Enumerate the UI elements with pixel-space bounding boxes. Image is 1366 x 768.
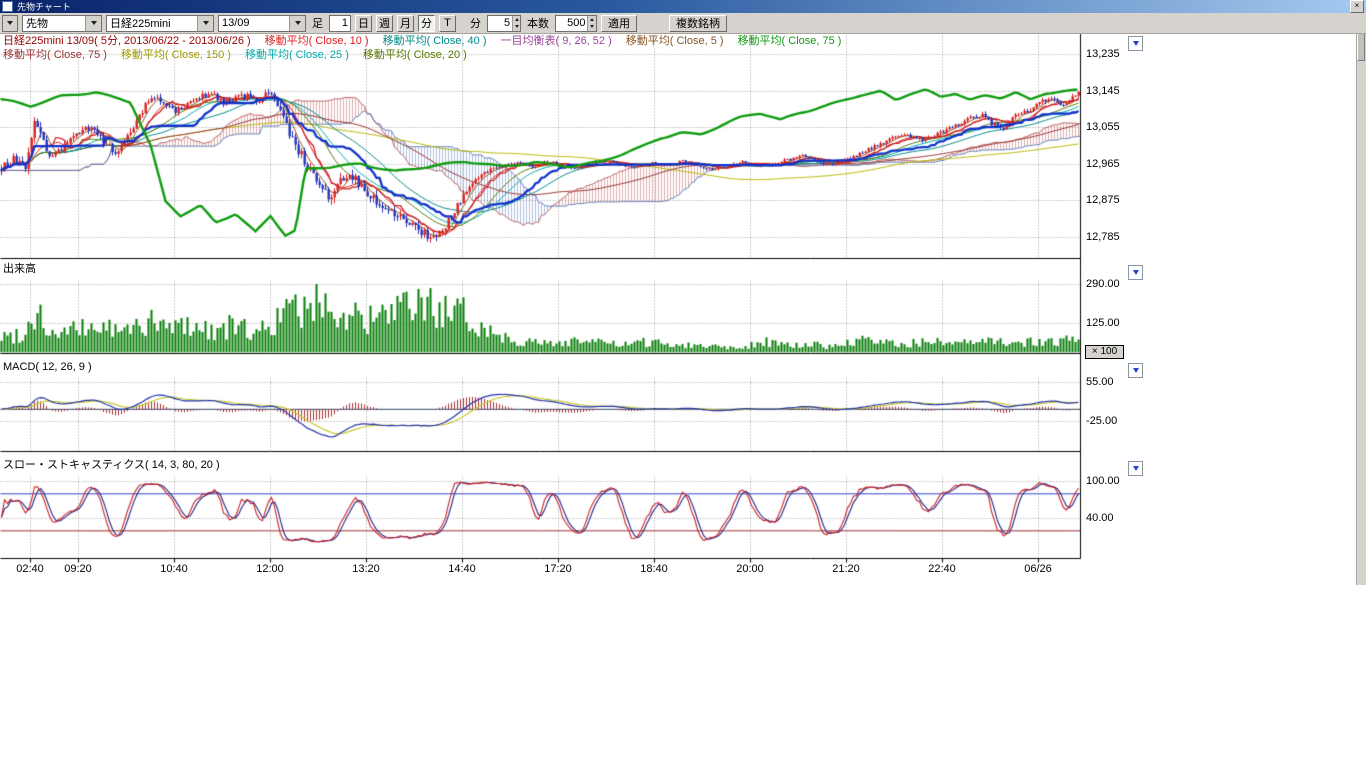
bar-multiplier-input[interactable] [330,16,350,31]
minute-input[interactable] [488,16,512,31]
minute-label: 分 [470,15,481,31]
contract-combobox[interactable]: 13/09 [218,15,306,32]
period-tick-button[interactable]: T [439,15,456,32]
count-spin-down-icon[interactable] [588,23,596,31]
mini-combo-arrow-icon[interactable] [3,16,17,31]
volume-panel-menu-button[interactable] [1128,265,1143,280]
chart-canvas[interactable] [0,0,1150,592]
bar-multiplier-field[interactable] [329,15,351,32]
count-spinner[interactable] [587,16,596,31]
stoch-panel-menu-button[interactable] [1128,461,1143,476]
window-title: 先物チャート [17,0,71,13]
period-month-button[interactable]: 月 [397,15,414,32]
period-day-button[interactable]: 日 [355,15,372,32]
count-field[interactable] [555,15,597,32]
category-value: 先物 [23,15,85,31]
chevron-down-icon [1133,368,1139,373]
minute-field[interactable] [487,15,521,32]
toolbar: 先物 日経225mini 13/09 足 日 週 月 分 T 分 本数 [0,13,1366,34]
app-window: 先物チャート × 先物 日経225mini 13/09 足 日 週 月 分 T … [0,0,1366,768]
chevron-down-icon [1133,41,1139,46]
count-spin-up-icon[interactable] [588,16,596,24]
period-week-button[interactable]: 週 [376,15,393,32]
apply-button[interactable]: 適用 [601,15,637,32]
chevron-down-icon [1133,270,1139,275]
chevron-down-icon [1133,466,1139,471]
category-combobox[interactable]: 先物 [22,15,102,32]
multi-symbol-button[interactable]: 複数銘柄 [669,15,727,32]
symbol-combo-arrow-icon[interactable] [197,16,213,31]
symbol-value: 日経225mini [107,15,197,31]
minute-spin-up-icon[interactable] [513,16,520,24]
window-close-button[interactable]: × [1350,0,1364,13]
bar-type-label: 足 [312,15,323,31]
app-icon [2,1,13,12]
count-label: 本数 [527,15,549,31]
price-panel-menu-button[interactable] [1128,36,1143,51]
contract-value: 13/09 [219,17,289,29]
contract-combo-arrow-icon[interactable] [289,16,305,31]
category-combo-arrow-icon[interactable] [85,16,101,31]
window-titlebar[interactable]: 先物チャート × [0,0,1366,13]
period-minute-button[interactable]: 分 [418,15,435,32]
count-input[interactable] [556,16,587,31]
minute-spinner[interactable] [512,16,520,31]
symbol-combobox[interactable]: 日経225mini [106,15,214,32]
macd-panel-menu-button[interactable] [1128,363,1143,378]
mini-combo[interactable] [2,15,18,32]
vertical-scrollbar[interactable] [1356,13,1366,585]
minute-spin-down-icon[interactable] [513,23,520,31]
